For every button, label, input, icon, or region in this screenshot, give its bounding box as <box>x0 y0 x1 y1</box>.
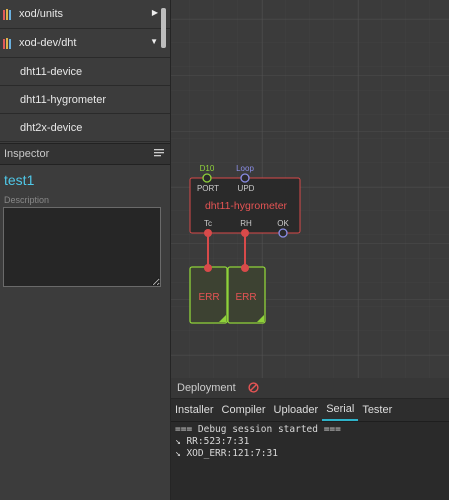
library-icon <box>3 37 13 49</box>
pin-watch-2[interactable] <box>241 264 249 272</box>
tab-compiler[interactable]: Compiler <box>218 400 270 420</box>
console-line: ↘ XOD_ERR:121:7:31 <box>175 448 278 459</box>
pin-watch-1[interactable] <box>204 264 212 272</box>
library-item-dht11-hygrometer[interactable]: dht11-hygrometer <box>0 86 170 114</box>
inspector-header: Inspector <box>0 143 170 165</box>
deployment-title: Deployment <box>177 382 236 394</box>
pin-ok[interactable] <box>278 228 288 238</box>
menu-icon[interactable] <box>154 148 164 158</box>
pin-label-upd: UPD <box>238 184 255 193</box>
deployment-tabs: Installer Compiler Uploader Serial Teste… <box>171 399 449 422</box>
deployment-header[interactable]: Deployment <box>171 378 449 399</box>
deployment-pane: Deployment Installer Compiler Uploader S… <box>171 378 449 500</box>
pin-label-tc: Tc <box>204 219 212 228</box>
inspector-title: Inspector <box>4 148 50 160</box>
watch-value-1: ERR <box>198 292 219 303</box>
chevron-right-icon[interactable]: ▶ <box>152 8 158 17</box>
library-item-label: dht2x-device <box>20 121 83 134</box>
library-item-label: xod/units <box>19 8 64 20</box>
node-label[interactable]: test1 <box>4 172 34 188</box>
pin-label-port: PORT <box>197 184 219 193</box>
library-item-dht2x-device[interactable]: dht2x-device <box>0 114 170 142</box>
library-scrollbar[interactable] <box>161 8 166 48</box>
patch-canvas[interactable]: D10 Loop PORT UPD dht11-hygrometer Tc RH… <box>171 0 449 378</box>
library-item-label: xod-dev/dht <box>19 37 77 49</box>
description-label: Description <box>4 195 50 205</box>
pin-value-upd: Loop <box>236 164 254 173</box>
tab-serial[interactable]: Serial <box>322 399 359 421</box>
pin-value-port: D10 <box>200 164 215 173</box>
node-title: dht11-hygrometer <box>205 200 288 212</box>
library-item-label: dht11-device <box>20 65 83 78</box>
tab-installer[interactable]: Installer <box>171 400 218 420</box>
tab-uploader[interactable]: Uploader <box>270 400 323 420</box>
description-field[interactable] <box>3 207 161 287</box>
canvas-svg: D10 Loop PORT UPD dht11-hygrometer Tc RH… <box>171 0 449 378</box>
chevron-down-icon[interactable]: ▼ <box>150 37 158 46</box>
pin-label-ok: OK <box>277 219 289 228</box>
pin-port[interactable] <box>202 173 212 183</box>
library-item-xod-dev-dht[interactable]: xod-dev/dht ▼ <box>0 29 170 58</box>
serial-console[interactable]: === Debug session started === ↘ RR:523:7… <box>171 422 449 462</box>
left-panel: xod/units ▶ xod-dev/dht ▼ dht11-device d… <box>0 0 171 500</box>
tab-tester[interactable]: Tester <box>358 400 396 420</box>
console-line: === Debug session started === <box>175 424 341 435</box>
library-item-label: dht11-hygrometer <box>20 93 107 106</box>
stop-icon[interactable] <box>248 382 259 393</box>
pin-upd[interactable] <box>240 173 250 183</box>
watch-value-2: ERR <box>235 292 256 303</box>
library-item-xod-units[interactable]: xod/units ▶ <box>0 0 170 29</box>
library-item-dht11-device[interactable]: dht11-device <box>0 58 170 86</box>
pin-label-rh: RH <box>240 219 252 228</box>
library-icon <box>3 8 13 20</box>
console-line: ↘ RR:523:7:31 <box>175 436 250 447</box>
